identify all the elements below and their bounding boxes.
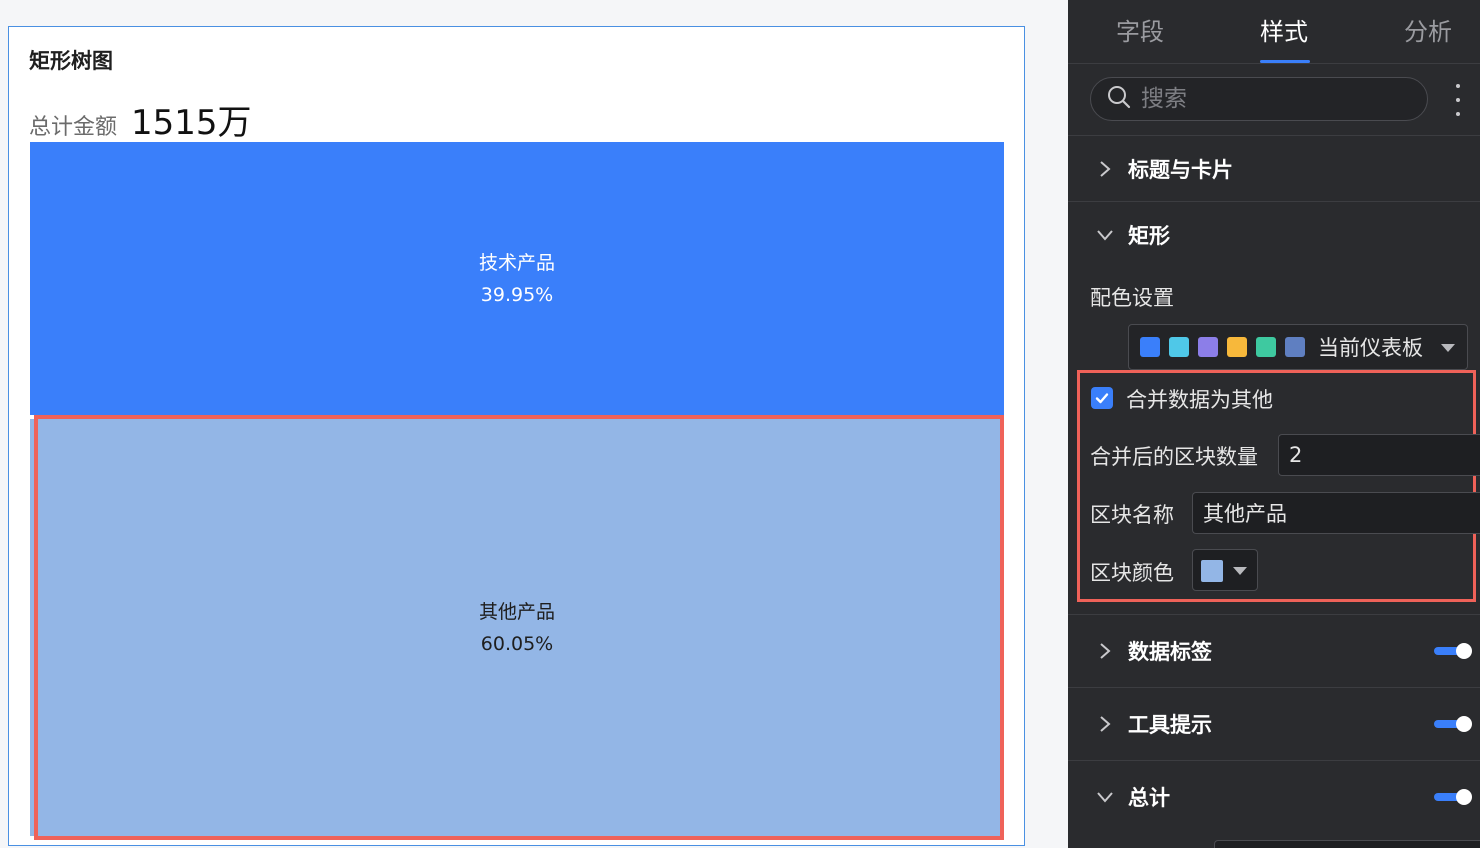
treemap-tile[interactable]: 其他产品 60.05% <box>30 419 1004 836</box>
palette-name: 当前仪表板 <box>1318 336 1423 360</box>
toggle-knob <box>1456 716 1472 732</box>
chevron-down-icon <box>1094 786 1116 808</box>
caret-down-icon <box>1233 567 1247 575</box>
panel-tabs: 字段 样式 分析 <box>1068 0 1480 64</box>
merge-checkbox[interactable] <box>1091 387 1113 409</box>
tooltip-toggle[interactable] <box>1434 716 1472 732</box>
search-box[interactable] <box>1090 77 1428 121</box>
active-tab-indicator <box>1260 60 1310 63</box>
color-chip <box>1201 560 1223 582</box>
section-rect[interactable]: 矩形 <box>1068 202 1480 268</box>
section-rect-label: 矩形 <box>1128 224 1170 248</box>
total-toggle[interactable] <box>1434 789 1472 805</box>
tab-style[interactable]: 样式 <box>1260 12 1308 47</box>
chevron-right-icon <box>1094 158 1116 180</box>
section-data-label[interactable]: 数据标签 <box>1068 618 1480 684</box>
divider <box>1068 614 1480 615</box>
style-settings-panel: 字段 样式 分析 标题与卡片 矩形 配色设置 当前仪表 <box>1068 0 1480 848</box>
block-count-label: 合并后的区块数量 <box>1090 445 1258 469</box>
toggle-knob <box>1456 789 1472 805</box>
tile-category-label: 技术产品 <box>478 251 555 274</box>
search-row <box>1068 64 1480 136</box>
palette-select[interactable]: 当前仪表板 <box>1128 324 1468 370</box>
total-field-input[interactable] <box>1214 840 1480 848</box>
more-options-icon[interactable] <box>1452 84 1464 116</box>
section-tooltip[interactable]: 工具提示 <box>1068 691 1480 757</box>
canvas-area: 矩形树图 总计金额 1515万 技术产品 39.95% 其他产品 60.05% <box>0 0 1068 848</box>
data-label-toggle[interactable] <box>1434 643 1472 659</box>
palette-swatch <box>1140 337 1160 357</box>
chevron-down-icon <box>1094 224 1116 246</box>
divider <box>1068 687 1480 688</box>
palette-swatch <box>1169 337 1189 357</box>
section-title-card[interactable]: 标题与卡片 <box>1068 136 1480 202</box>
treemap-plot: 技术产品 39.95% 其他产品 60.05% <box>30 142 1004 840</box>
color-setting-label: 配色设置 <box>1090 286 1174 310</box>
search-icon <box>1107 85 1131 113</box>
block-count-input[interactable]: 2 <box>1278 434 1480 476</box>
block-color-picker[interactable] <box>1192 549 1258 591</box>
palette-swatch <box>1198 337 1218 357</box>
section-data-label-text: 数据标签 <box>1128 640 1212 664</box>
chevron-right-icon <box>1094 713 1116 735</box>
tab-analysis[interactable]: 分析 <box>1404 12 1452 47</box>
block-color-label: 区块颜色 <box>1090 561 1174 585</box>
merge-checkbox-label[interactable]: 合并数据为其他 <box>1126 384 1273 414</box>
toggle-knob <box>1456 643 1472 659</box>
caret-down-icon <box>1441 344 1455 352</box>
treemap-tile[interactable]: 技术产品 39.95% <box>30 142 1004 415</box>
chevron-right-icon <box>1094 640 1116 662</box>
divider <box>1068 760 1480 761</box>
total-value: 1515万 <box>131 103 252 143</box>
tab-fields[interactable]: 字段 <box>1116 12 1164 47</box>
section-total-label: 总计 <box>1128 786 1170 810</box>
check-icon <box>1095 393 1109 404</box>
tile-value-label: 60.05% <box>480 632 554 655</box>
chart-title: 矩形树图 <box>29 49 113 73</box>
section-total[interactable]: 总计 <box>1068 764 1480 830</box>
tile-value-label: 39.95% <box>480 283 554 306</box>
section-title-card-label: 标题与卡片 <box>1128 158 1233 182</box>
palette-swatch <box>1227 337 1247 357</box>
total-label: 总计金额 <box>29 115 118 140</box>
search-input[interactable] <box>1141 86 1401 112</box>
palette-swatch <box>1256 337 1276 357</box>
total-summary: 总计金额 1515万 <box>29 95 252 144</box>
palette-swatch <box>1285 337 1305 357</box>
treemap-chart-card[interactable]: 矩形树图 总计金额 1515万 技术产品 39.95% 其他产品 60.05% <box>8 26 1025 846</box>
block-name-label: 区块名称 <box>1090 503 1174 527</box>
block-name-input[interactable]: 其他产品 <box>1192 492 1480 534</box>
section-tooltip-label: 工具提示 <box>1128 713 1212 737</box>
tile-category-label: 其他产品 <box>478 600 555 623</box>
